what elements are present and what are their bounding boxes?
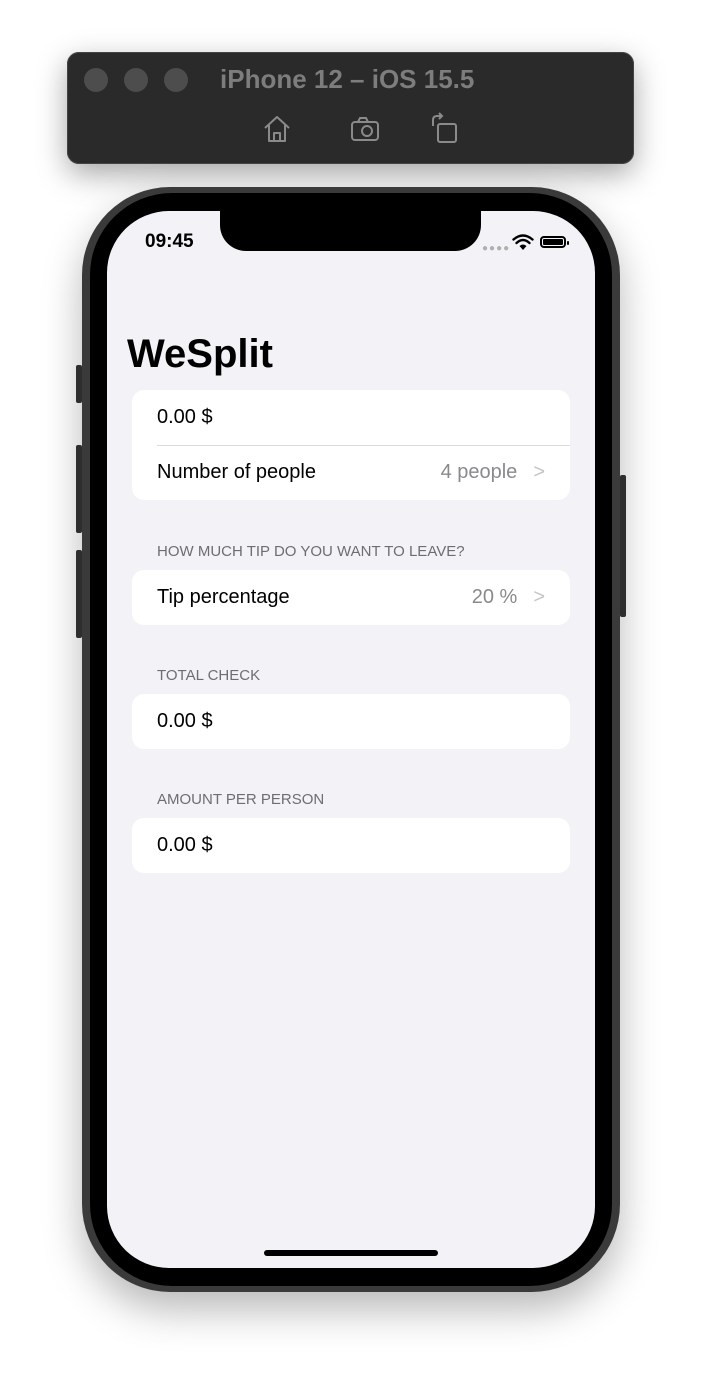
tip-section: Tip percentage 20 % > xyxy=(132,570,570,625)
amount-field[interactable]: 0.00 $ xyxy=(132,390,570,445)
rotate-icon[interactable] xyxy=(428,112,462,146)
status-icons: ●●●● xyxy=(482,233,572,254)
tip-value: 20 % xyxy=(471,586,518,608)
screenshot-icon[interactable] xyxy=(348,112,382,146)
amount-value: 0.00 $ xyxy=(157,406,213,428)
phone-screen: 09:45 ●●●● WeSplit 0.00 $ Number of peop… xyxy=(107,211,595,1268)
total-check-value: 0.00 $ xyxy=(157,710,213,732)
volume-up-button xyxy=(76,445,82,533)
tip-label: Tip percentage xyxy=(157,586,290,608)
battery-icon xyxy=(540,236,569,248)
tip-percentage-picker[interactable]: Tip percentage 20 % > xyxy=(132,570,570,625)
minimize-window-button[interactable] xyxy=(124,68,148,92)
status-time: 09:45 xyxy=(145,231,194,252)
page-title: WeSplit xyxy=(127,332,273,376)
people-label: Number of people xyxy=(157,461,316,483)
notch xyxy=(220,211,481,251)
home-indicator[interactable] xyxy=(264,1250,438,1256)
simulator-title: iPhone 12 – iOS 15.5 xyxy=(220,64,475,94)
per-person-section-header: AMOUNT PER PERSON xyxy=(157,791,325,808)
home-icon[interactable] xyxy=(260,112,294,146)
chevron-right-icon: > xyxy=(533,461,545,483)
chevron-right-icon: > xyxy=(533,586,545,608)
per-person-section: 0.00 $ xyxy=(132,818,570,873)
number-of-people-picker[interactable]: Number of people 4 people > xyxy=(132,445,570,500)
total-section: 0.00 $ xyxy=(132,694,570,749)
total-check-row: 0.00 $ xyxy=(132,694,570,749)
mute-switch xyxy=(76,365,82,403)
signal-icon: ●●●● xyxy=(482,243,511,254)
people-value: 4 people xyxy=(440,461,518,483)
wifi-icon xyxy=(512,234,534,250)
amount-per-person-value: 0.00 $ xyxy=(157,834,213,856)
input-section: 0.00 $ Number of people 4 people > xyxy=(132,390,570,500)
close-window-button[interactable] xyxy=(84,68,108,92)
amount-per-person-row: 0.00 $ xyxy=(132,818,570,873)
total-section-header: TOTAL CHECK xyxy=(157,667,261,684)
volume-down-button xyxy=(76,550,82,638)
zoom-window-button[interactable] xyxy=(164,68,188,92)
tip-section-header: HOW MUCH TIP DO YOU WANT TO LEAVE? xyxy=(157,543,465,560)
power-button xyxy=(620,475,626,617)
